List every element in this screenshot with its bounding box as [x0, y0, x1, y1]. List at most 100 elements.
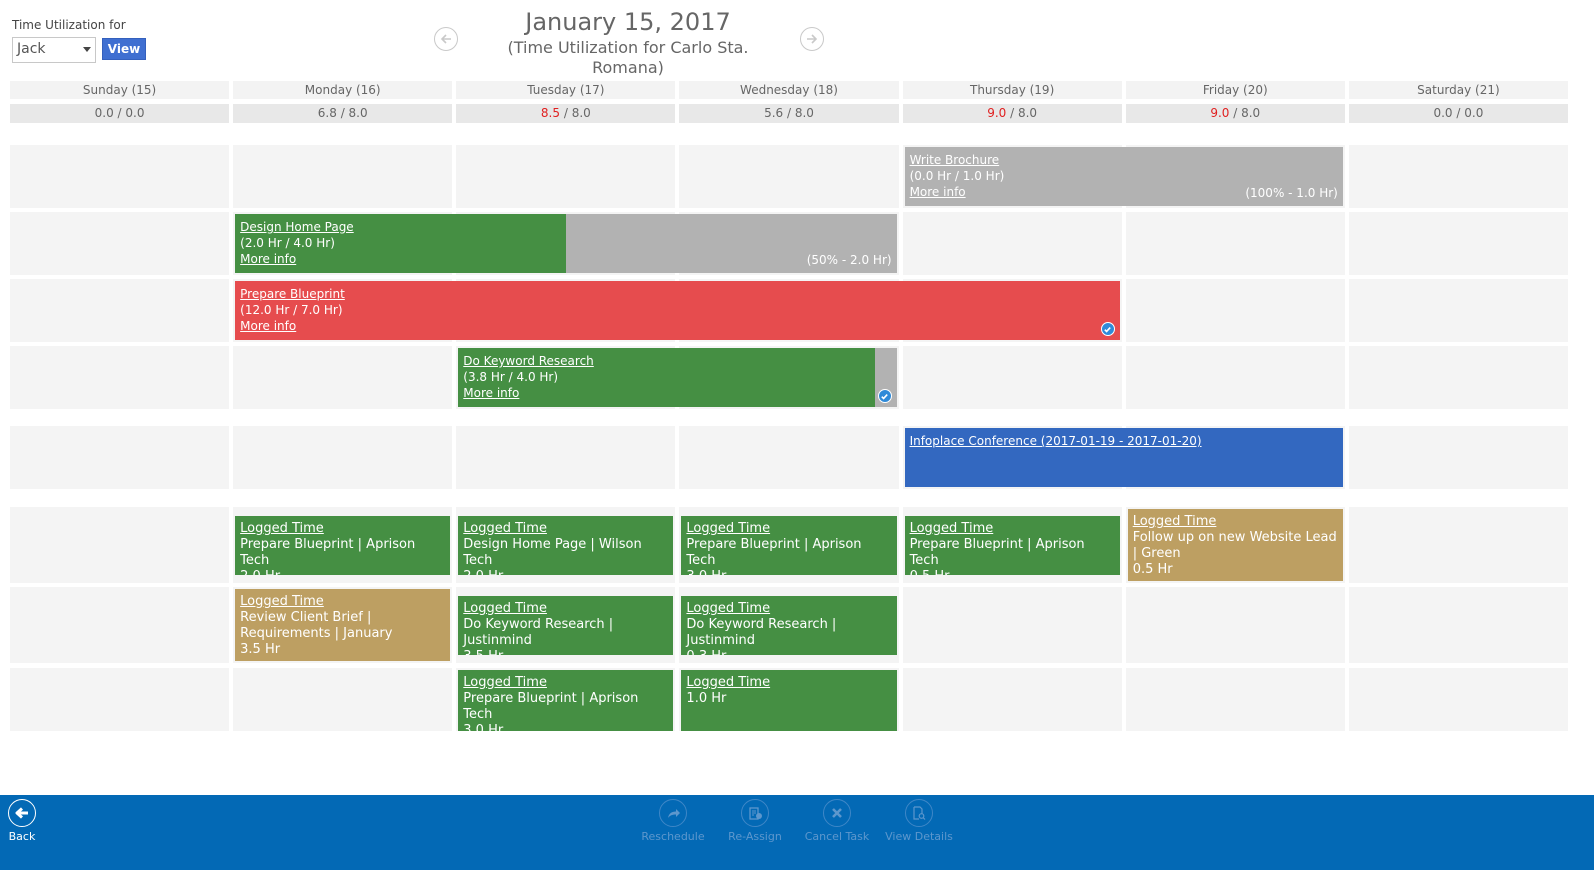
- task-name-link[interactable]: Design Home Page: [240, 220, 354, 234]
- logged-time-hours: 2.0 Hr: [240, 569, 445, 575]
- hours-separator: /: [113, 106, 126, 120]
- task-bar[interactable]: Design Home Page (2.0 Hr / 4.0 Hr) More in…: [235, 214, 897, 273]
- logged-time-link[interactable]: Logged Time: [240, 594, 324, 609]
- day-cell[interactable]: [1348, 212, 1568, 275]
- logged-time-hours: 3.0 Hr: [686, 569, 891, 575]
- reschedule-label: Reschedule: [641, 830, 705, 843]
- day-capacity-hours: 8.0: [571, 106, 591, 120]
- document-search-icon: [913, 806, 926, 820]
- more-info-link[interactable]: More info: [240, 252, 296, 266]
- task-hours: (12.0 Hr / 7.0 Hr): [240, 303, 343, 317]
- day-cell[interactable]: [1125, 668, 1345, 731]
- arrow-left-icon: [15, 807, 28, 819]
- view-button[interactable]: View: [102, 38, 146, 60]
- logged-time-link[interactable]: Logged Time: [686, 675, 770, 690]
- task-hours: (2.0 Hr / 4.0 Hr): [240, 236, 335, 250]
- day-cell[interactable]: [1125, 279, 1345, 342]
- task-content: Do Keyword Research (3.8 Hr / 4.0 Hr) More…: [463, 353, 891, 401]
- logged-time-card[interactable]: Logged Time Design Home Page | Wilson Tec…: [458, 516, 674, 575]
- day-cell[interactable]: [10, 279, 230, 342]
- logged-time-card[interactable]: Logged Time Prepare Blueprint | Aprison T…: [458, 670, 674, 731]
- logged-time-link[interactable]: Logged Time: [463, 601, 547, 616]
- logged-time-card[interactable]: Logged Time Do Keyword Research | Justinm…: [458, 596, 674, 655]
- task-name-link[interactable]: Prepare Blueprint: [240, 287, 345, 301]
- task-name-link[interactable]: Write Brochure: [910, 153, 1000, 167]
- day-cell[interactable]: [10, 668, 230, 731]
- day-capacity-hours: 0.0: [1464, 106, 1484, 120]
- back-button[interactable]: Back: [0, 799, 62, 843]
- day-capacity-hours: 8.0: [1017, 106, 1038, 120]
- view-details-label: View Details: [885, 830, 953, 843]
- logged-time-card[interactable]: Logged Time Review Client Brief | Require…: [235, 589, 451, 661]
- logged-time-card[interactable]: Logged Time Prepare Blueprint | Aprison T…: [904, 516, 1120, 575]
- more-info-link[interactable]: More info: [240, 319, 296, 333]
- day-cell[interactable]: [1125, 346, 1345, 409]
- more-info-link[interactable]: More info: [910, 185, 966, 199]
- day-cell[interactable]: [1125, 587, 1345, 663]
- day-cell[interactable]: [679, 426, 899, 489]
- more-info-link[interactable]: More info: [463, 386, 519, 400]
- reassign-button[interactable]: Re-Assign: [715, 799, 795, 843]
- logged-time-link[interactable]: Logged Time: [1133, 514, 1217, 529]
- task-bar[interactable]: Write Brochure (0.0 Hr / 1.0 Hr) More info…: [904, 147, 1343, 206]
- day-cell[interactable]: [1348, 587, 1568, 663]
- day-cell[interactable]: [1125, 212, 1345, 275]
- day-cell[interactable]: [10, 212, 230, 275]
- logged-time-card[interactable]: Logged Time Follow up on new Website Lead…: [1127, 509, 1343, 581]
- logged-time-card[interactable]: Logged Time Do Keyword Research | Justinm…: [681, 596, 897, 655]
- task-remaining: (50% - 2.0 Hr): [806, 253, 892, 267]
- day-hours: 6.8 / 8.0: [233, 104, 453, 123]
- day-cell[interactable]: [1348, 145, 1568, 208]
- event-bar[interactable]: Infoplace Conference (2017-01-19 - 2017-…: [904, 428, 1343, 487]
- reassign-label: Re-Assign: [728, 830, 782, 843]
- reschedule-button[interactable]: Reschedule: [633, 799, 713, 843]
- logged-time-card[interactable]: Logged Time Prepare Blueprint | Aprison T…: [681, 516, 897, 575]
- day-cell[interactable]: [1348, 346, 1568, 409]
- task-content: Design Home Page (2.0 Hr / 4.0 Hr) More in…: [240, 219, 891, 267]
- day-cell[interactable]: [233, 145, 453, 208]
- day-cell[interactable]: [1348, 279, 1568, 342]
- back-label: Back: [8, 830, 36, 843]
- event-title-link[interactable]: Infoplace Conference (2017-01-19 - 2017-…: [910, 434, 1202, 448]
- logged-time-hours: 2.0 Hr: [463, 569, 668, 575]
- day-cell[interactable]: [679, 145, 899, 208]
- view-details-button[interactable]: View Details: [879, 799, 959, 843]
- day-cell[interactable]: [233, 668, 453, 731]
- day-cell[interactable]: [902, 346, 1122, 409]
- day-cell[interactable]: [902, 212, 1122, 275]
- task-name-link[interactable]: Do Keyword Research: [463, 354, 594, 368]
- next-week-button[interactable]: [800, 27, 824, 51]
- clipboard-forward-icon: [749, 807, 762, 820]
- logged-time-link[interactable]: Logged Time: [686, 521, 770, 536]
- reassign-circle: [741, 799, 769, 827]
- logged-time-link[interactable]: Logged Time: [463, 521, 547, 536]
- day-cell[interactable]: [902, 587, 1122, 663]
- day-cell[interactable]: [1348, 507, 1568, 583]
- logged-time-card[interactable]: Logged Time Prepare Blueprint | Aprison T…: [235, 516, 451, 575]
- day-cell[interactable]: [456, 145, 676, 208]
- logged-time-link[interactable]: Logged Time: [240, 521, 324, 536]
- logged-time-link[interactable]: Logged Time: [910, 521, 994, 536]
- day-cell[interactable]: [10, 346, 230, 409]
- day-cell[interactable]: [233, 346, 453, 409]
- logged-time-link[interactable]: Logged Time: [463, 675, 547, 690]
- logged-time-link[interactable]: Logged Time: [686, 601, 770, 616]
- day-cell[interactable]: [456, 426, 676, 489]
- day-cell[interactable]: [233, 426, 453, 489]
- day-cell[interactable]: [1348, 668, 1568, 731]
- share-arrow-icon: [668, 809, 680, 818]
- task-bar[interactable]: Do Keyword Research (3.8 Hr / 4.0 Hr) More…: [458, 348, 897, 407]
- user-select[interactable]: Jack: [12, 37, 96, 63]
- logged-time-card[interactable]: Logged Time 1.0 Hr: [681, 670, 897, 731]
- cancel-task-button[interactable]: Cancel Task: [797, 799, 877, 843]
- day-cell[interactable]: [10, 587, 230, 663]
- day-cell[interactable]: [1348, 426, 1568, 489]
- day-cell[interactable]: [10, 145, 230, 208]
- day-cell[interactable]: [10, 426, 230, 489]
- day-cell[interactable]: [902, 668, 1122, 731]
- logged-time-hours: 3.5 Hr: [463, 649, 668, 655]
- prev-week-button[interactable]: [434, 27, 458, 51]
- task-bar[interactable]: Prepare Blueprint (12.0 Hr / 7.0 Hr) More …: [235, 281, 1120, 340]
- day-cell[interactable]: [10, 507, 230, 583]
- task-remaining: (100% - 1.0 Hr): [1245, 186, 1338, 200]
